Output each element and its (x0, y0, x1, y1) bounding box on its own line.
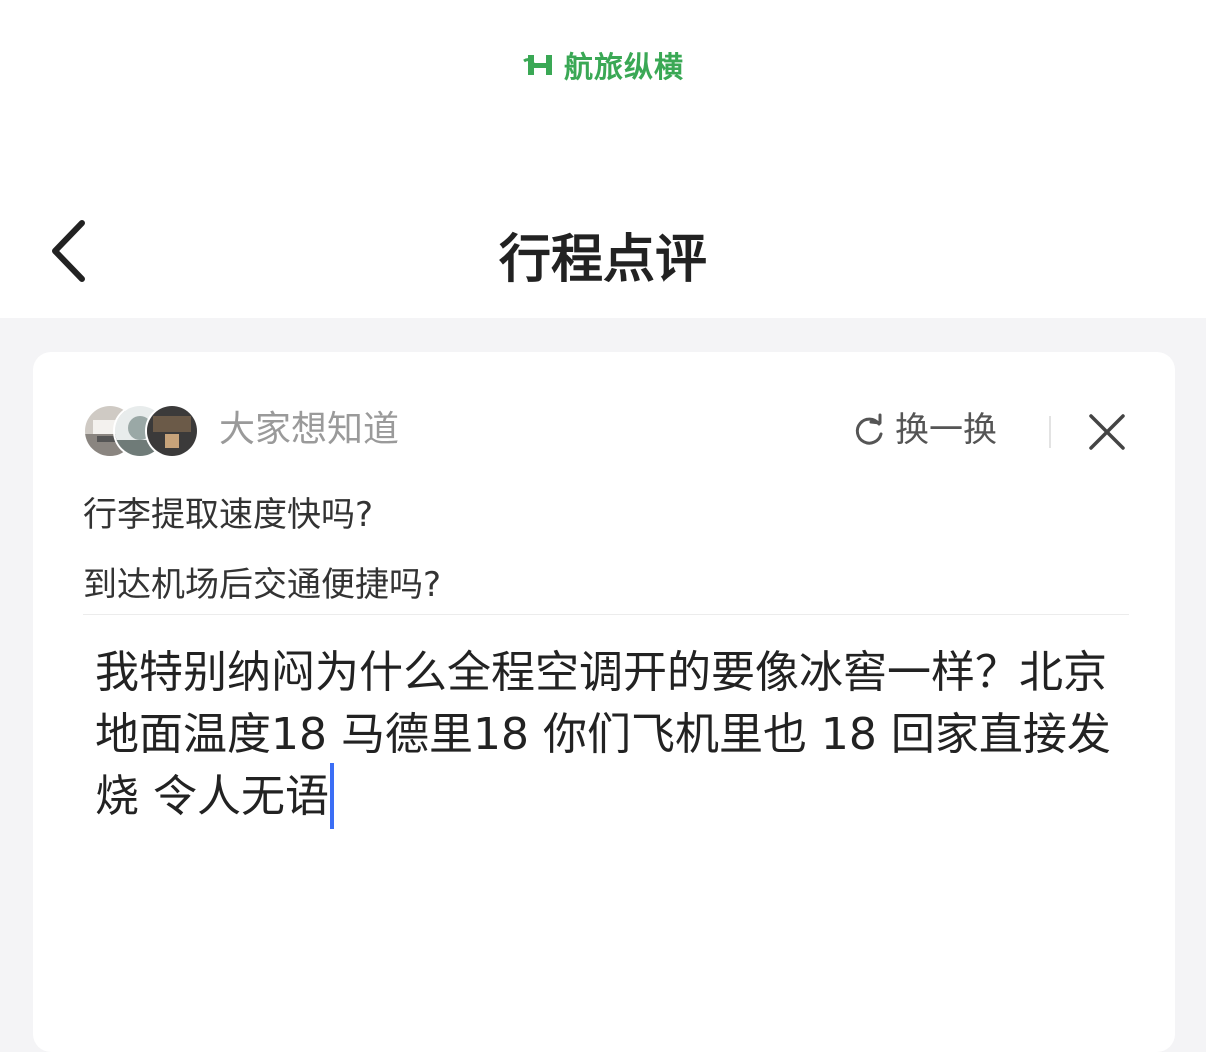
brand-logo-icon (523, 55, 552, 75)
divider (83, 614, 1129, 615)
suggested-question[interactable]: 行李提取速度快吗? (83, 492, 373, 538)
refresh-label: 换一换 (895, 410, 997, 450)
avatar (145, 404, 199, 458)
suggestion-label: 大家想知道 (219, 409, 400, 450)
review-text-input[interactable]: 我特别纳闷为什么全程空调开的要像冰窖一样？北京地面温度18 马德里18 你们飞机… (95, 642, 1125, 1002)
refresh-button[interactable]: 换一换 (851, 404, 997, 456)
close-icon (1089, 414, 1125, 450)
avatar-group (83, 404, 201, 458)
text-caret (330, 763, 334, 829)
brand-name: 航旅纵横 (563, 50, 684, 84)
page-title: 行程点评 (498, 230, 707, 290)
app-brand: 航旅纵横 (0, 44, 1206, 86)
review-card: 大家想知道 换一换 行李提取速度快吗? 到达机场后交通便捷吗? 我特别纳闷为什么… (33, 352, 1175, 1052)
suggestion-header: 大家想知道 换一换 (83, 402, 1129, 460)
close-button[interactable] (1085, 410, 1129, 454)
review-text: 我特别纳闷为什么全程空调开的要像冰窖一样？北京地面温度18 马德里18 你们飞机… (95, 647, 1111, 822)
refresh-icon (851, 412, 887, 448)
nav-bar: 行程点评 (0, 195, 1206, 305)
suggested-question[interactable]: 到达机场后交通便捷吗? (83, 562, 441, 608)
header-divider (1049, 416, 1051, 448)
top-area: 航旅纵横 行程点评 (0, 0, 1206, 318)
